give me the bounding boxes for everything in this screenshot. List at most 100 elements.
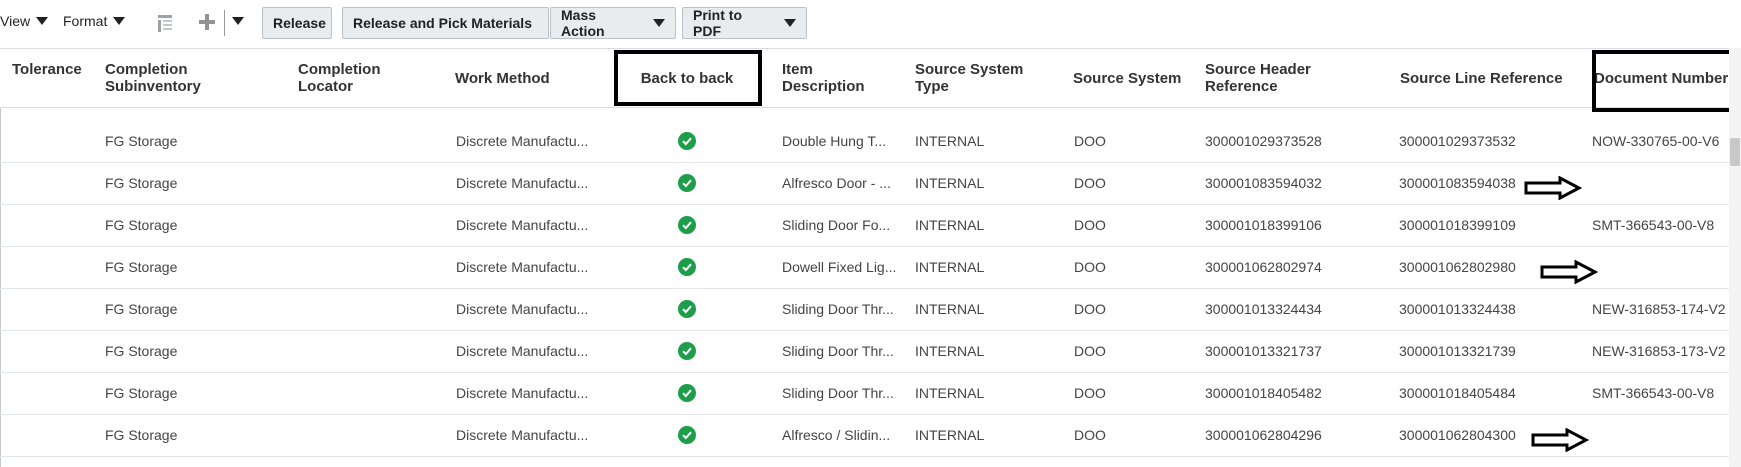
col-work-method-label: Work Method [455,69,550,87]
check-circle-icon [678,216,696,234]
format-menu-label: Format [63,13,108,29]
cell-completion-subinventory: FG Storage [105,175,178,191]
cell-completion-subinventory: FG Storage [105,343,178,359]
table-row[interactable]: FG Storage Discrete Manufactu... Sliding D… [0,372,1741,415]
scrollbar-thumb[interactable] [1730,138,1740,166]
col-source-system-type[interactable]: Source System Type [915,49,1045,107]
cell-completion-subinventory: FG Storage [105,259,178,275]
col-completion-subinventory-label: Completion Subinventory [105,61,201,95]
cell-source-system-type: INTERNAL [915,385,985,401]
check-circle-icon [678,300,696,318]
chevron-down-icon [653,19,665,27]
add-icon[interactable] [197,12,217,32]
table-row[interactable]: FG Storage Discrete Manufactu... Sliding D… [0,288,1741,331]
cell-source-header-reference: 300001062804296 [1205,427,1322,443]
chevron-down-icon [36,17,49,25]
view-menu-label: View [0,13,31,29]
cell-item-description: Dowell Fixed Lig... [782,259,897,275]
cell-source-system-type: INTERNAL [915,343,985,359]
cell-document-number: NEW-316853-174-V2 [1592,301,1726,317]
check-circle-icon [678,426,696,444]
table-row[interactable]: FG Storage Discrete Manufactu... Sliding D… [0,204,1741,247]
add-menu-dropdown[interactable] [228,17,244,25]
cell-back-to-back [678,330,700,372]
cell-completion-subinventory: FG Storage [105,217,178,233]
format-menu[interactable]: Format [63,13,126,29]
table-row[interactable]: FG Storage Discrete Manufactu... Sliding D… [0,330,1741,373]
col-work-method[interactable]: Work Method [455,49,605,107]
col-source-system-label: Source System [1073,69,1182,87]
cell-back-to-back [678,288,700,330]
col-tolerance[interactable]: Tolerance [12,49,102,107]
col-item-description[interactable]: Item Description [782,49,892,107]
work-orders-table: Tolerance Completion Subinventory Comple… [0,48,1741,467]
cell-source-system-type: INTERNAL [915,175,985,191]
cell-work-method: Discrete Manufactu... [456,385,589,401]
cell-source-header-reference: 300001018399106 [1205,217,1322,233]
col-completion-locator[interactable]: Completion Locator [298,49,418,107]
table-row[interactable]: FG Storage Discrete Manufactu... Double Hu… [0,120,1741,163]
cell-work-method: Discrete Manufactu... [456,133,589,149]
highlight-box-document-number [1592,50,1741,112]
check-circle-icon [678,342,696,360]
cell-source-header-reference: 300001062802974 [1205,259,1322,275]
table-row[interactable]: FG Storage Discrete Manufactu... Alfresco … [0,162,1741,205]
col-source-system[interactable]: Source System [1073,49,1203,107]
chevron-down-icon [232,17,244,25]
col-completion-locator-label: Completion Locator [298,61,381,95]
print-to-pdf-button[interactable]: Print to PDF [682,7,807,39]
cell-source-line-reference: 300001018399109 [1399,217,1516,233]
cell-back-to-back [678,120,700,162]
cell-source-system: DOO [1074,385,1106,401]
cell-work-method: Discrete Manufactu... [456,259,589,275]
cell-work-method: Discrete Manufactu... [456,343,589,359]
cell-item-description: Alfresco Door - ... [782,175,891,191]
cell-back-to-back [678,246,700,288]
cell-item-description: Sliding Door Fo... [782,217,891,233]
cell-source-system-type: INTERNAL [915,301,985,317]
cell-document-number: SMT-366543-00-V8 [1592,217,1715,233]
chevron-down-icon [113,17,126,25]
release-pick-materials-button[interactable]: Release and Pick Materials [342,7,549,39]
col-source-line-reference[interactable]: Source Line Reference [1400,49,1580,107]
cell-document-number [1592,414,1730,456]
mass-action-button[interactable]: Mass Action [550,7,676,39]
cell-source-line-reference: 300001018405484 [1399,385,1516,401]
arrow-right-icon [1524,175,1583,205]
cell-work-method: Discrete Manufactu... [456,301,589,317]
cell-item-description: Alfresco / Slidin... [782,427,891,443]
freeze-icon[interactable] [155,12,175,34]
release-button-label: Release [273,15,326,31]
cell-source-system: DOO [1074,343,1106,359]
table-row[interactable]: FG Storage Discrete Manufactu... Alfresco … [0,414,1741,457]
col-source-line-reference-label: Source Line Reference [1400,69,1563,87]
col-tolerance-label: Tolerance [12,61,82,78]
cell-source-system: DOO [1074,217,1106,233]
col-source-header-reference[interactable]: Source Header Reference [1205,49,1375,107]
col-completion-subinventory[interactable]: Completion Subinventory [105,49,255,107]
cell-work-method: Discrete Manufactu... [456,217,589,233]
cell-source-system-type: INTERNAL [915,133,985,149]
cell-source-header-reference: 300001013324434 [1205,301,1322,317]
cell-source-system: DOO [1074,427,1106,443]
check-circle-icon [678,174,696,192]
print-to-pdf-label: Print to PDF [693,7,742,39]
col-source-system-type-label: Source System Type [915,61,1024,95]
mass-action-label: Mass Action [561,7,605,39]
view-menu[interactable]: View [0,13,49,29]
cell-back-to-back [678,414,700,456]
cell-document-number: NOW-330765-00-V6 [1592,133,1720,149]
vertical-scrollbar[interactable] [1729,48,1741,467]
cell-back-to-back [678,204,700,246]
cell-source-system-type: INTERNAL [915,259,985,275]
cell-source-system-type: INTERNAL [915,217,985,233]
release-button[interactable]: Release [262,7,332,39]
table-row[interactable]: FG Storage Discrete Manufactu... Dowell Fi… [0,246,1741,289]
cell-source-header-reference: 300001013321737 [1205,343,1322,359]
cell-completion-subinventory: FG Storage [105,301,178,317]
toolbar-separator [224,10,225,36]
cell-back-to-back [678,162,700,204]
cell-source-header-reference: 300001029373528 [1205,133,1322,149]
col-source-header-reference-label: Source Header Reference [1205,61,1311,95]
cell-item-description: Sliding Door Thr... [782,385,894,401]
